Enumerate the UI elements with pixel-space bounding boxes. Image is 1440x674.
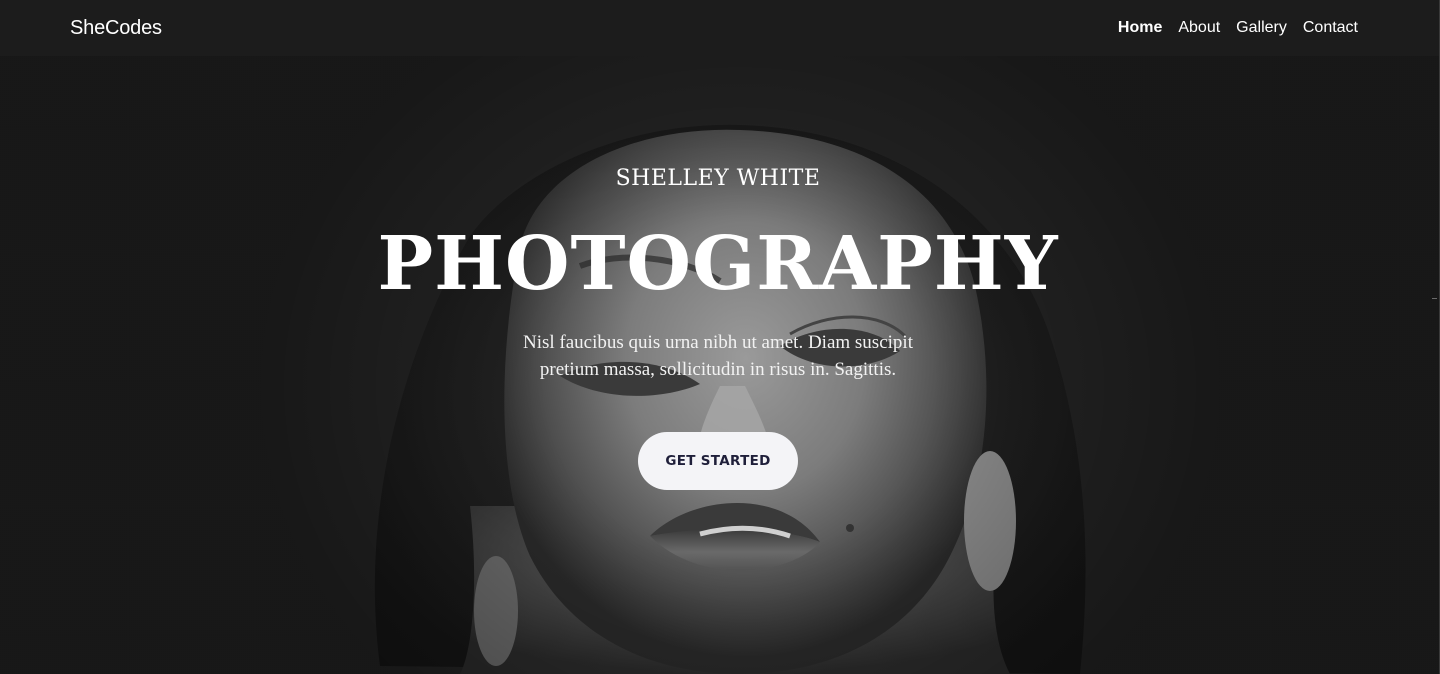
nav-links: Home About Gallery Contact <box>1118 19 1358 37</box>
page: SheCodes Home About Gallery Contact SHEL… <box>0 0 1440 674</box>
nav-link-about[interactable]: About <box>1178 19 1220 37</box>
brand-logo[interactable]: SheCodes <box>70 17 162 40</box>
hero-description: Nisl faucibus quis urna nibh ut amet. Di… <box>523 332 913 380</box>
get-started-button[interactable]: GET STARTED <box>638 432 798 490</box>
hero-title: PHOTOGRAPHY <box>377 221 1059 307</box>
navbar: SheCodes Home About Gallery Contact <box>0 0 1439 56</box>
hero-subtitle: SHELLEY WHITE <box>615 166 821 191</box>
nav-link-gallery[interactable]: Gallery <box>1236 19 1287 37</box>
nav-link-home[interactable]: Home <box>1118 19 1162 37</box>
nav-link-contact[interactable]: Contact <box>1303 19 1358 37</box>
